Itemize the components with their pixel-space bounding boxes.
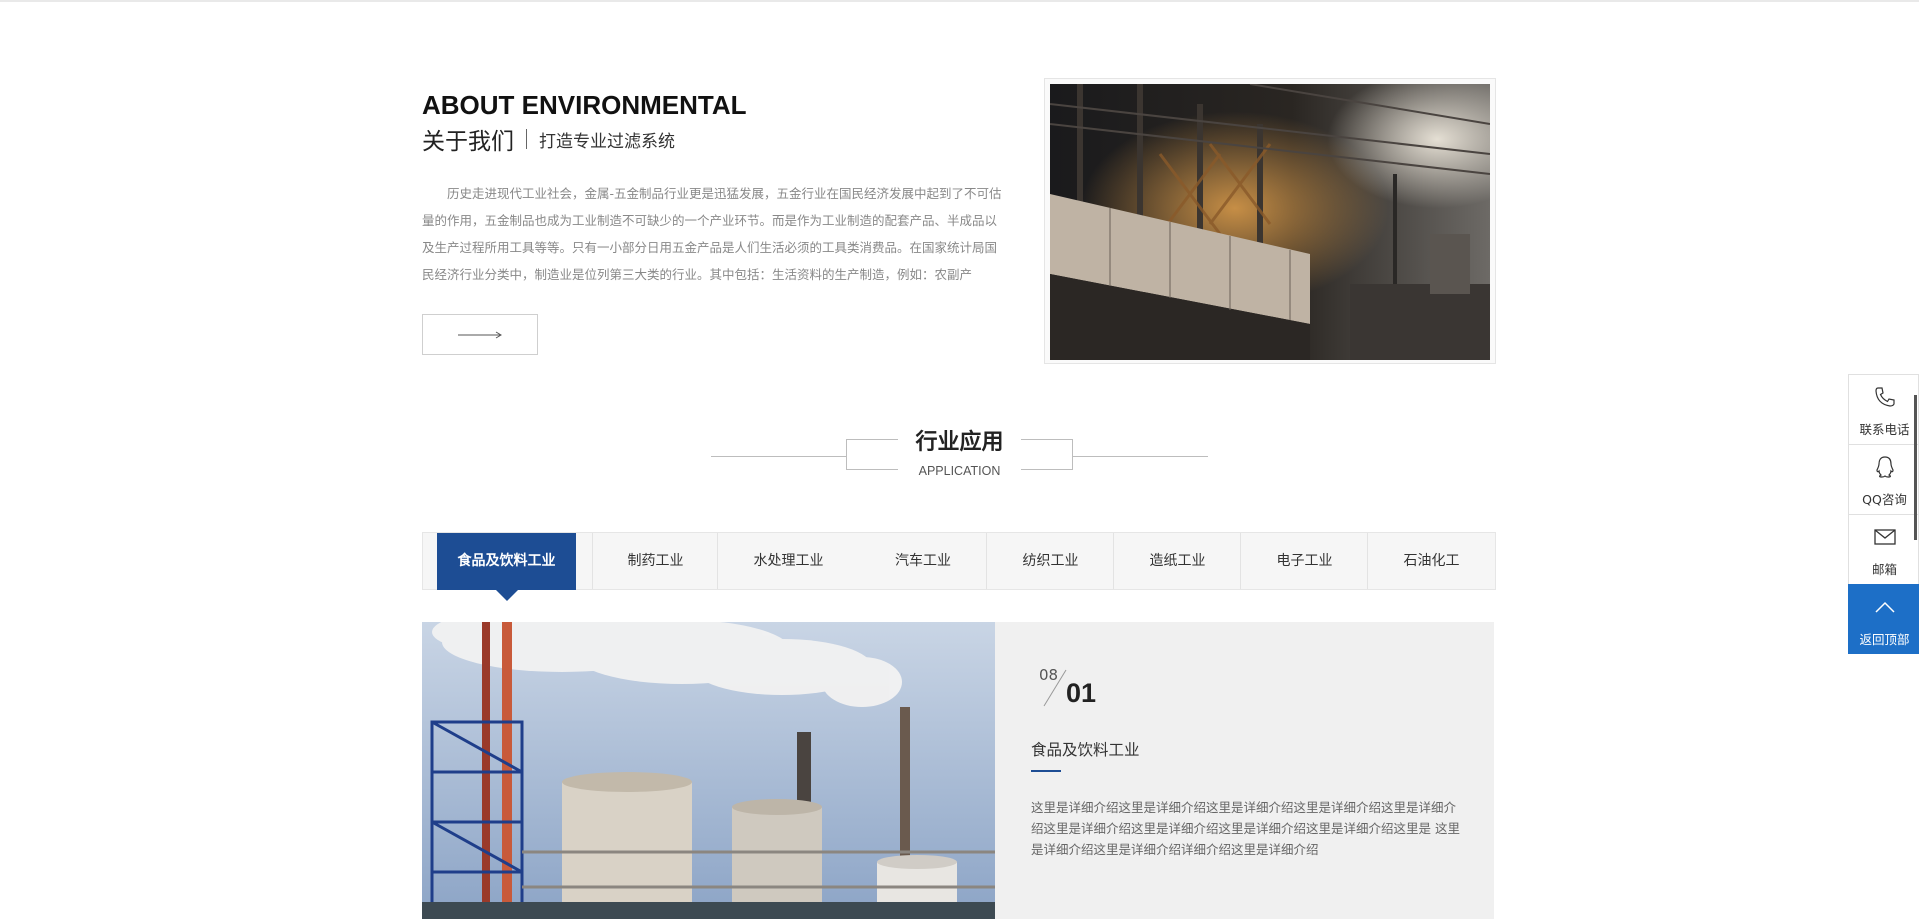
- tab-label: 水处理工业: [753, 553, 824, 569]
- tab-pharmaceutical[interactable]: 制药工业: [593, 533, 718, 589]
- factory-interior-photo: [1050, 84, 1490, 360]
- about-subtitle: 关于我们 打造专业过滤系统: [422, 122, 675, 156]
- contact-phone-button[interactable]: 联系电话: [1848, 374, 1919, 444]
- tab-label: 纺织工业: [1022, 553, 1079, 569]
- industry-detail-panel: [995, 622, 1494, 919]
- side-scrollbar[interactable]: [1914, 395, 1917, 540]
- refinery-photo: [422, 622, 995, 919]
- section-deco-bracket-left: [846, 439, 898, 470]
- tab-label: 电子工业: [1276, 553, 1333, 569]
- tab-label: 食品及饮料工业: [457, 553, 556, 569]
- industry-description: 这里是详细介绍这里是详细介绍这里是详细介绍这里是详细介绍这里是详细介绍这里是详细…: [1031, 800, 1460, 857]
- phone-icon: [1875, 387, 1895, 407]
- subtitle-separator: [526, 129, 527, 149]
- tab-electronics[interactable]: 电子工业: [1241, 533, 1368, 589]
- about-more-button[interactable]: [422, 314, 538, 355]
- side-item-label: 联系电话: [1859, 422, 1910, 437]
- section-deco-line-left: [711, 456, 846, 457]
- industry-tabs: 食品及饮料工业 制药工业 水处理工业 汽车工业 纺织工业 造纸工业 电子工业 石…: [422, 532, 1496, 601]
- tab-label: 石油化工: [1403, 553, 1460, 569]
- qq-icon: [1876, 456, 1894, 478]
- about-title: ABOUT ENVIRONMENTAL: [422, 90, 747, 120]
- tab-automotive[interactable]: 汽车工业: [859, 533, 987, 589]
- about-subtitle-cn: 关于我们: [422, 129, 514, 155]
- chevron-up-icon: [1875, 601, 1895, 613]
- active-tab-pointer: [495, 590, 518, 601]
- tab-gap: [576, 533, 593, 589]
- tab-food-beverage[interactable]: 食品及饮料工业: [437, 533, 576, 601]
- section-deco-bracket-right: [1021, 439, 1073, 470]
- mail-icon: [1874, 529, 1896, 545]
- tab-label: 制药工业: [627, 553, 684, 569]
- section-deco-line-right: [1073, 456, 1208, 457]
- side-item-label: 返回顶部: [1859, 632, 1910, 647]
- title-underline: [1031, 770, 1061, 772]
- qq-consult-button[interactable]: QQ咨询: [1848, 444, 1919, 514]
- tab-label: 造纸工业: [1149, 553, 1206, 569]
- floating-contact-bar: 联系电话 QQ咨询 邮箱 返回顶部: [1848, 374, 1919, 654]
- tab-water-treatment[interactable]: 水处理工业: [718, 533, 859, 589]
- arrow-right-icon: [458, 331, 502, 339]
- about-photo-frame: [1044, 78, 1496, 364]
- tab-petrochemical[interactable]: 石油化工: [1368, 533, 1495, 589]
- about-body-text: 历史走进现代工业社会，金属-五金制品行业更是迅猛发展，五金行业在国民经济发展中起…: [422, 186, 1002, 282]
- tab-label: 汽车工业: [895, 553, 951, 569]
- tab-textile[interactable]: 纺织工业: [987, 533, 1114, 589]
- slide-index: 01: [1066, 678, 1097, 708]
- side-item-label: 邮箱: [1871, 562, 1897, 577]
- back-to-top-button[interactable]: 返回顶部: [1848, 584, 1919, 654]
- about-tagline: 打造专业过滤系统: [539, 131, 675, 152]
- side-item-label: QQ咨询: [1862, 492, 1907, 507]
- industry-title: 食品及饮料工业: [1031, 741, 1140, 759]
- application-subtitle: APPLICATION: [918, 464, 1001, 478]
- top-divider: [0, 0, 1919, 2]
- application-title: 行业应用: [915, 430, 1004, 455]
- tab-paper[interactable]: 造纸工业: [1114, 533, 1241, 589]
- email-button[interactable]: 邮箱: [1848, 514, 1919, 584]
